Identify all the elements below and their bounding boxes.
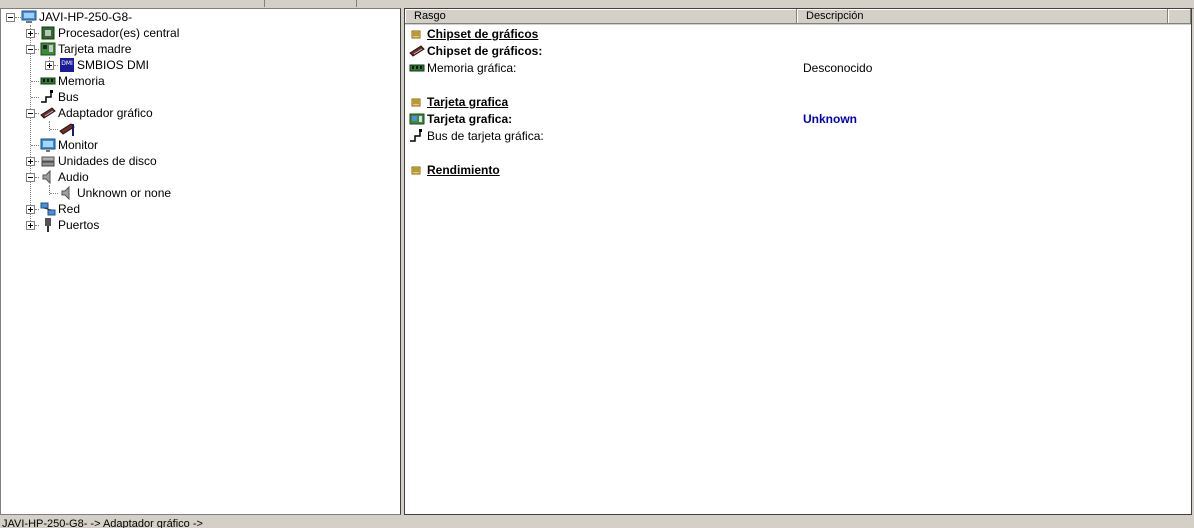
- row-label: Memoria gráfica:: [427, 61, 517, 75]
- expand-toggle[interactable]: [26, 157, 35, 166]
- expand-toggle[interactable]: [26, 29, 35, 38]
- tree-root-label: JAVI-HP-250-G8-: [39, 10, 133, 24]
- port-icon: [45, 218, 51, 232]
- tree-item-label: Audio: [58, 170, 89, 184]
- section-title: Chipset de gráficos: [427, 27, 539, 41]
- bus-icon: [410, 129, 422, 142]
- section-icon: [411, 166, 421, 175]
- tree-item-label: Unknown or none: [77, 186, 172, 200]
- graphics-card-icon: [59, 123, 75, 136]
- expand-toggle[interactable]: [26, 205, 35, 214]
- tree-item-label: Puertos: [58, 218, 100, 232]
- collapse-toggle[interactable]: [26, 109, 35, 118]
- table-row[interactable]: Rendimiento: [405, 162, 1191, 178]
- speaker-icon: [61, 185, 70, 201]
- tree-item-label: SMBIOS DMI: [77, 58, 150, 72]
- detail-table[interactable]: Rasgo Descripción Chipset de gráficos Ch…: [404, 8, 1192, 515]
- tree-item-label: Red: [58, 202, 81, 216]
- table-row[interactable]: Memoria gráfica: Desconocido: [405, 60, 1191, 76]
- status-bar: JAVI-HP-250-G8- -> Adaptador gráfico ->: [0, 515, 1194, 528]
- table-row[interactable]: Chipset de gráficos: [405, 26, 1191, 42]
- expand-toggle[interactable]: [45, 61, 54, 70]
- table-row[interactable]: Bus de tarjeta gráfica:: [405, 128, 1191, 144]
- svg-text:DMI: DMI: [61, 60, 73, 67]
- tree-item-label: Tarjeta madre: [58, 42, 132, 56]
- graphics-board-icon: [409, 113, 425, 125]
- collapse-toggle[interactable]: [26, 45, 35, 54]
- cpu-icon: [41, 26, 55, 40]
- tree-item-label: Memoria: [58, 74, 105, 88]
- column-header-extra[interactable]: [1168, 9, 1191, 24]
- tree-item-label: Bus: [58, 90, 79, 104]
- bus-icon: [41, 90, 53, 103]
- column-header-rasgo[interactable]: Rasgo: [405, 9, 797, 24]
- tree-item-label: Adaptador gráfico: [58, 106, 153, 120]
- column-header-descripcion[interactable]: Descripción: [797, 9, 1168, 24]
- memory-icon: [409, 64, 425, 72]
- device-tree[interactable]: JAVI-HP-250-G8- Procesador(es) central T…: [0, 8, 401, 515]
- row-label: Tarjeta grafica:: [427, 112, 513, 126]
- table-row[interactable]: Chipset de gráficos:: [405, 43, 1191, 59]
- computer-icon: [21, 10, 37, 23]
- table-row[interactable]: Tarjeta grafica: [405, 94, 1191, 110]
- graphics-card-icon: [409, 45, 425, 57]
- table-header: Rasgo Descripción: [405, 9, 1191, 25]
- graphics-card-icon: [40, 107, 56, 119]
- section-icon: [411, 98, 421, 107]
- collapse-toggle[interactable]: [6, 13, 15, 22]
- section-title: Tarjeta grafica: [427, 95, 509, 109]
- tree-item-label: Procesador(es) central: [58, 26, 180, 40]
- row-value: Desconocido: [803, 61, 873, 75]
- collapse-toggle[interactable]: [26, 173, 35, 182]
- section-icon: [411, 30, 421, 39]
- row-label: Chipset de gráficos:: [427, 44, 543, 58]
- row-label: Bus de tarjeta gráfica:: [427, 129, 544, 143]
- tree-item-label: Monitor: [58, 138, 99, 152]
- network-icon: [40, 202, 56, 216]
- expand-toggle[interactable]: [26, 221, 35, 230]
- motherboard-icon: [40, 42, 56, 56]
- section-title: Rendimiento: [427, 163, 500, 177]
- memory-icon: [40, 77, 56, 85]
- speaker-icon: [42, 169, 51, 185]
- disk-drive-icon: [41, 156, 55, 167]
- row-value: Unknown: [803, 112, 857, 126]
- monitor-icon: [40, 138, 56, 152]
- tree-item-label: Unidades de disco: [58, 154, 157, 168]
- status-path: JAVI-HP-250-G8- -> Adaptador gráfico ->: [2, 518, 203, 528]
- dmi-icon: DMI: [60, 58, 74, 72]
- table-row[interactable]: Tarjeta grafica: Unknown: [405, 111, 1191, 127]
